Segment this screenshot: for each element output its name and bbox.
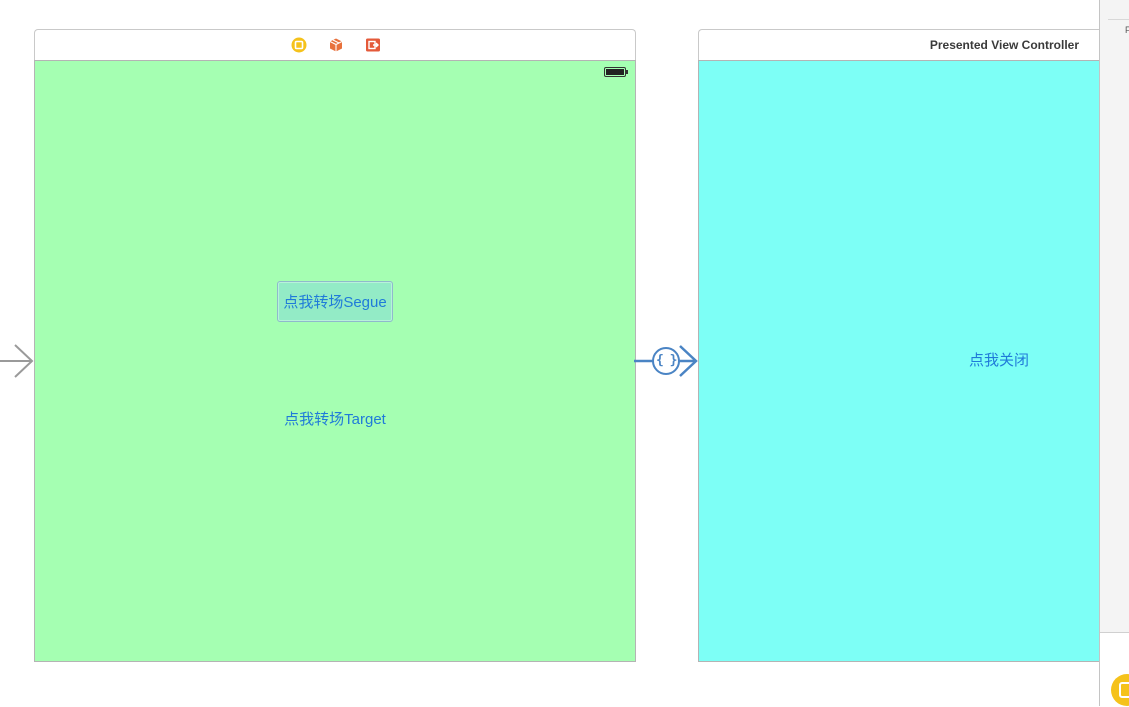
close-button[interactable]: 点我关闭: [949, 349, 1049, 373]
exit-icon[interactable]: [365, 37, 381, 53]
target-transition-button[interactable]: 点我转场Target: [235, 407, 435, 433]
segue-transition-button[interactable]: 点我转场Segue: [277, 281, 393, 322]
right-side-panel[interactable]: F: [1099, 0, 1129, 707]
initial-entry-arrow-icon: [0, 344, 34, 378]
segue-badge-icon: { }: [656, 353, 677, 368]
battery-icon: [604, 67, 628, 77]
scene2-view[interactable]: 点我关闭: [698, 60, 1100, 662]
first-responder-icon[interactable]: [328, 37, 344, 53]
scene2-dock[interactable]: Presented View Controller: [698, 29, 1100, 60]
storyboard-canvas[interactable]: 点我转场Segue 点我转场Target { } Presented View …: [0, 0, 1129, 707]
side-panel-label: F: [1125, 25, 1129, 35]
scene1-dock[interactable]: [34, 29, 636, 60]
object-library-panel[interactable]: [1100, 632, 1129, 707]
side-panel-divider: [1108, 19, 1129, 20]
view-controller-library-icon[interactable]: [1110, 673, 1129, 707]
scene2-title: Presented View Controller: [929, 38, 1079, 52]
scene1-view[interactable]: 点我转场Segue 点我转场Target: [34, 60, 636, 662]
view-controller-icon[interactable]: [291, 37, 307, 53]
